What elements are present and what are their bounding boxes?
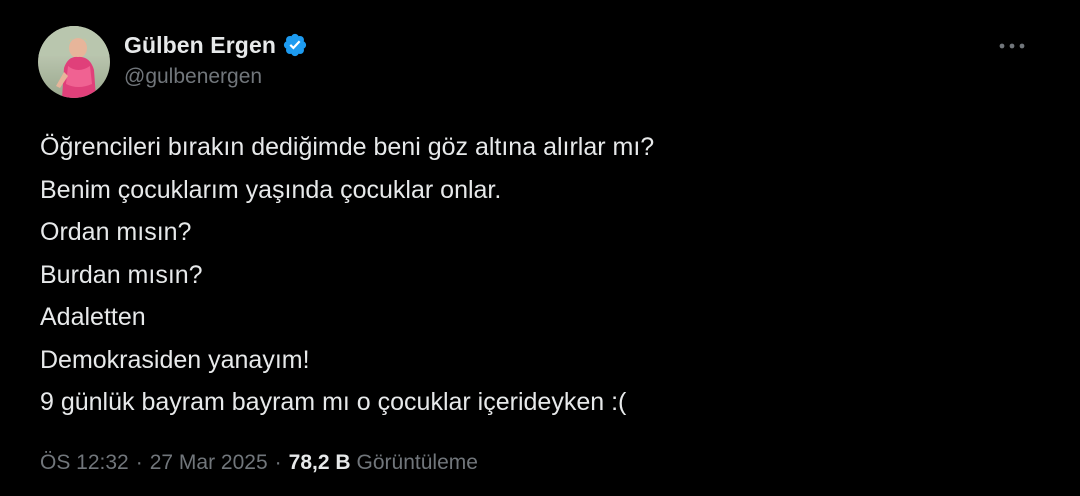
tweet-text-line: Demokrasiden yanayım! xyxy=(40,345,310,374)
meta-separator: · xyxy=(135,451,143,474)
ellipsis-icon xyxy=(999,43,1025,49)
tweet-text-line: Öğrencileri bırakın dediğimde beni göz a… xyxy=(40,133,655,161)
tweet-text-line: Benim çocuklarım yaşında çocuklar onlar. xyxy=(40,175,502,204)
author-avatar[interactable] xyxy=(38,26,110,98)
tweet-metadata: ÖS 12:32 · 27 Mar 2025 · 78,2 B Görüntül… xyxy=(40,451,478,475)
more-options-button[interactable] xyxy=(994,32,1030,60)
verified-badge-icon[interactable] xyxy=(282,32,308,58)
tweet-body: Öğrencileri bırakın dediğimde beni göz a… xyxy=(40,126,1040,424)
tweet-text-line: 9 günlük bayram bayram mı o çocuklar içe… xyxy=(40,388,627,416)
tweet-text-line: Ordan mısın? xyxy=(40,218,192,246)
name-row: Gülben Ergen xyxy=(124,30,308,60)
author-display-name[interactable]: Gülben Ergen xyxy=(124,32,276,59)
tweet-text-line: Burdan mısın? xyxy=(40,260,203,289)
meta-separator: · xyxy=(274,451,282,474)
profile-photo-icon xyxy=(38,26,110,98)
author-handle[interactable]: @gulbenergen xyxy=(124,65,308,89)
views-label: Görüntüleme xyxy=(356,451,478,474)
views-count[interactable]: 78,2 B xyxy=(289,451,351,475)
tweet-time[interactable]: ÖS 12:32 xyxy=(40,451,129,475)
author-info: Gülben Ergen @gulbenergen xyxy=(124,30,308,89)
tweet-date[interactable]: 27 Mar 2025 xyxy=(150,451,268,475)
tweet-text-line: Adaletten xyxy=(40,303,146,331)
tweet-card: Gülben Ergen @gulbenergen Öğrencileri bı… xyxy=(0,0,1080,496)
